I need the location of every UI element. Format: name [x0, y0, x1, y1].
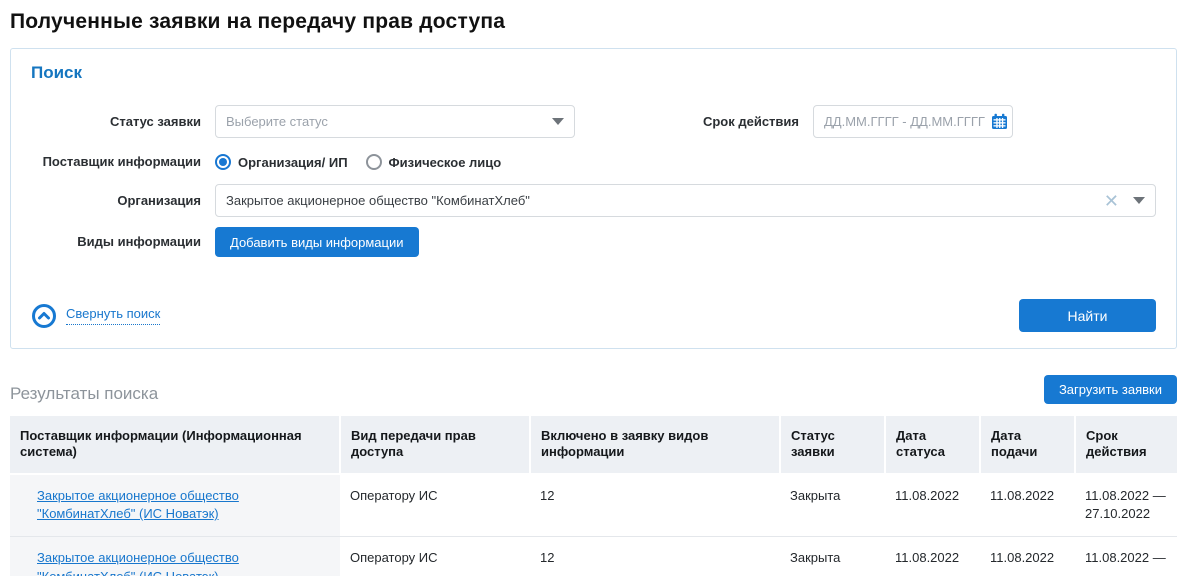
find-button[interactable]: Найти [1019, 299, 1156, 332]
status-cell: Закрыта [780, 537, 885, 576]
status-label: Статус заявки [31, 114, 201, 130]
validity-group: Срок действия ДД.ММ.ГГГГ - ДД.ММ.ГГГГ [703, 105, 1013, 138]
table-row: Закрытое акционерное общество "КомбинатХ… [10, 474, 1177, 537]
column-header-status: Статус заявки [780, 416, 885, 474]
provider-cell: Закрытое акционерное общество "КомбинатХ… [10, 537, 340, 576]
page: Полученные заявки на передачу прав досту… [0, 0, 1187, 576]
table-header-row: Поставщик информации (Информационная сис… [10, 416, 1177, 474]
form-row-provider: Поставщик информации Организация/ ИП Физ… [31, 150, 1156, 174]
chevron-down-icon[interactable] [1133, 197, 1145, 204]
search-heading: Поиск [31, 63, 1156, 83]
column-header-info-types-count: Включено в заявку видов информации [530, 416, 780, 474]
validity-label: Срок действия [703, 114, 799, 130]
date-to-placeholder: ДД.ММ.ГГГГ [910, 114, 985, 129]
radio-selected-icon[interactable] [215, 154, 231, 170]
calendar-icon[interactable] [991, 113, 1008, 130]
column-header-transfer-type: Вид передачи прав доступа [340, 416, 530, 474]
provider-label: Поставщик информации [31, 154, 201, 170]
info-types-count-cell: 12 [530, 537, 780, 576]
form-row-organization: Организация Закрытое акционерное обществ… [31, 184, 1156, 217]
collapse-search-link[interactable]: Свернуть поиск [31, 303, 160, 329]
validity-cell: 11.08.2022 — [1075, 537, 1177, 576]
status-placeholder: Выберите статус [226, 114, 328, 129]
status-date-cell: 11.08.2022 [885, 537, 980, 576]
column-header-validity: Срок действия [1075, 416, 1177, 474]
page-title: Полученные заявки на передачу прав досту… [10, 10, 1177, 34]
chevron-down-icon [552, 118, 564, 125]
results-heading: Результаты поиска [10, 384, 158, 404]
table-row: Закрытое акционерное общество "КомбинатХ… [10, 537, 1177, 576]
status-cell: Закрыта [780, 474, 885, 537]
submission-date-cell: 11.08.2022 [980, 474, 1075, 537]
transfer-type-cell: Оператору ИС [340, 474, 530, 537]
info-types-label: Виды информации [31, 234, 201, 250]
radio-unselected-icon[interactable] [366, 154, 382, 170]
add-info-types-button[interactable]: Добавить виды информации [215, 227, 419, 257]
download-requests-button[interactable]: Загрузить заявки [1044, 375, 1177, 404]
radio-individual-label: Физическое лицо [389, 155, 502, 170]
info-types-count-cell: 12 [530, 474, 780, 537]
radio-organization[interactable]: Организация/ ИП [215, 154, 348, 170]
status-select[interactable]: Выберите статус [215, 105, 575, 138]
submission-date-cell: 11.08.2022 [980, 537, 1075, 576]
organization-combobox[interactable]: Закрытое акционерное общество "КомбинатХ… [215, 184, 1156, 217]
chevron-up-circle-icon[interactable] [31, 303, 57, 329]
radio-organization-label: Организация/ ИП [238, 155, 348, 170]
radio-individual[interactable]: Физическое лицо [366, 154, 502, 170]
provider-link[interactable]: Закрытое акционерное общество "КомбинатХ… [37, 488, 239, 522]
column-header-submission-date: Дата подачи [980, 416, 1075, 474]
column-header-provider: Поставщик информации (Информационная сис… [10, 416, 340, 474]
search-panel-footer: Свернуть поиск Найти [31, 299, 1156, 332]
form-row-info-types: Виды информации Добавить виды информации [31, 227, 1156, 257]
provider-radio-group: Организация/ ИП Физическое лицо [215, 150, 501, 174]
organization-controls: ✕ [1104, 192, 1145, 210]
search-panel: Поиск Статус заявки Выберите статус Срок… [10, 48, 1177, 349]
validity-date-range-input[interactable]: ДД.ММ.ГГГГ - ДД.ММ.ГГГГ [813, 105, 1013, 138]
provider-cell: Закрытое акционерное общество "КомбинатХ… [10, 474, 340, 537]
status-date-cell: 11.08.2022 [885, 474, 980, 537]
form-row-status: Статус заявки Выберите статус Срок дейст… [31, 105, 1156, 138]
organization-label: Организация [31, 193, 201, 209]
date-from-placeholder: ДД.ММ.ГГГГ [824, 114, 899, 129]
validity-placeholders: ДД.ММ.ГГГГ - ДД.ММ.ГГГГ [824, 114, 985, 129]
validity-cell: 11.08.2022 — 27.10.2022 [1075, 474, 1177, 537]
close-icon[interactable]: ✕ [1104, 192, 1119, 210]
provider-link[interactable]: Закрытое акционерное общество "КомбинатХ… [37, 550, 239, 576]
transfer-type-cell: Оператору ИС [340, 537, 530, 576]
date-separator: - [902, 114, 906, 129]
collapse-search-label[interactable]: Свернуть поиск [66, 306, 160, 325]
results-table: Поставщик информации (Информационная сис… [10, 416, 1177, 576]
results-header: Результаты поиска Загрузить заявки [10, 375, 1177, 404]
column-header-status-date: Дата статуса [885, 416, 980, 474]
organization-value: Закрытое акционерное общество "КомбинатХ… [226, 193, 530, 208]
